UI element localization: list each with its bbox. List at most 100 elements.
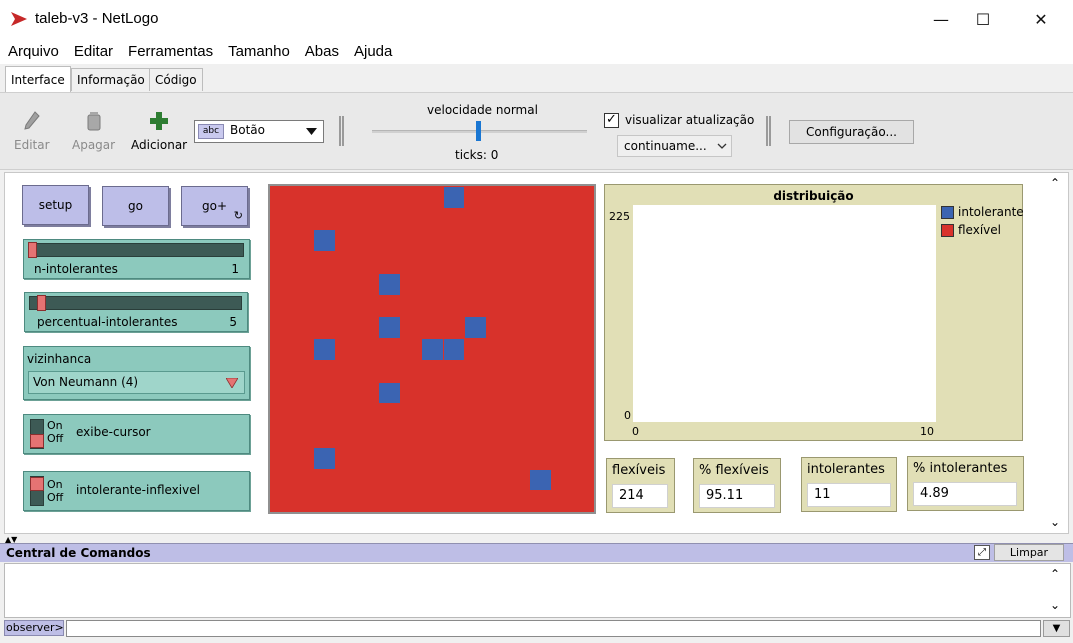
- legend-swatch-intolerante: [941, 206, 954, 219]
- switch-label: exibe-cursor: [76, 425, 151, 439]
- menu-tamanho[interactable]: Tamanho: [228, 43, 290, 60]
- edit-tool[interactable]: Editar: [14, 110, 50, 152]
- scroll-up-icon[interactable]: ⌃: [1050, 176, 1060, 190]
- scope-dropdown[interactable]: ▼: [1043, 620, 1070, 637]
- checkmark-icon: ✓: [606, 112, 617, 127]
- add-tool[interactable]: Adicionar: [131, 110, 187, 152]
- patch-intolerante: [314, 230, 335, 252]
- command-center-title: Central de Comandos: [6, 546, 151, 560]
- chevron-down-icon: [306, 128, 317, 135]
- legend-label-intolerante: intolerante: [958, 205, 1024, 219]
- tab-interface[interactable]: Interface: [5, 66, 71, 92]
- monitor-label: intolerantes: [807, 462, 885, 477]
- toolbar-separator: [766, 116, 771, 146]
- maximize-icon: ☐: [975, 9, 991, 29]
- plot-area: [633, 205, 936, 422]
- minimize-icon: —: [933, 9, 949, 29]
- legend-swatch-flexivel: [941, 224, 954, 237]
- slider-knob[interactable]: [28, 242, 37, 258]
- switch-off-label: Off: [47, 432, 64, 445]
- slider-percentual-intolerantes[interactable]: percentual-intolerantes 5: [24, 292, 248, 332]
- monitor-flexiveis: flexíveis 214: [606, 458, 675, 513]
- delete-label: Apagar: [72, 138, 116, 152]
- plot-x-min: 0: [632, 425, 639, 438]
- widget-type-value: Botão: [230, 123, 265, 137]
- setup-button[interactable]: setup: [22, 185, 89, 225]
- settings-button[interactable]: Configuração...: [789, 120, 914, 144]
- patch-intolerante: [379, 382, 400, 404]
- menu-editar[interactable]: Editar: [74, 43, 113, 60]
- slider-value: 1: [231, 262, 239, 276]
- monitor-label: % intolerantes: [913, 461, 1008, 476]
- close-icon: ✕: [1034, 9, 1048, 29]
- go-forever-button[interactable]: go+ ↻: [181, 186, 248, 226]
- plot-y-max: 225: [609, 210, 630, 223]
- slider-track[interactable]: [28, 243, 244, 257]
- command-center-header: [0, 543, 1073, 562]
- slider-track[interactable]: [29, 296, 242, 310]
- menu-arquivo[interactable]: Arquivo: [8, 43, 59, 60]
- speed-slider-thumb[interactable]: [476, 121, 481, 141]
- plot-distribuicao[interactable]: distribuição 225 0 0 10 intolerante flex…: [604, 184, 1024, 441]
- scroll-down-icon[interactable]: ⌄: [1050, 515, 1060, 529]
- slider-label: percentual-intolerantes: [37, 315, 178, 329]
- slider-knob[interactable]: [37, 295, 46, 311]
- delete-tool[interactable]: Apagar: [72, 110, 115, 152]
- tab-informacao[interactable]: Informação: [71, 68, 151, 91]
- legend-label-flexivel: flexível: [958, 223, 1001, 237]
- maximize-button[interactable]: ☐: [960, 0, 1006, 38]
- view-updates-label: visualizar atualização: [625, 113, 755, 127]
- speed-label: velocidade normal: [427, 103, 538, 117]
- patch-intolerante: [314, 339, 335, 360]
- trash-icon: [87, 112, 101, 131]
- slider-value: 5: [229, 315, 237, 329]
- observer-scope-label[interactable]: observer>: [4, 620, 64, 636]
- menu-ferramentas[interactable]: Ferramentas: [128, 43, 213, 60]
- forever-icon: ↻: [233, 209, 243, 222]
- monitor-intolerantes: intolerantes 11: [801, 457, 897, 512]
- patch-intolerante: [379, 317, 400, 339]
- switch-knob[interactable]: [30, 477, 44, 491]
- expand-icon[interactable]: ⤢: [974, 545, 990, 560]
- switch-exibe-cursor[interactable]: On Off exibe-cursor: [23, 414, 250, 454]
- world-view[interactable]: [268, 184, 596, 514]
- widget-type-select[interactable]: abc Botão: [194, 120, 324, 143]
- slider-label: n-intolerantes: [34, 262, 118, 276]
- plot-y-min: 0: [624, 409, 631, 422]
- switch-knob[interactable]: [30, 434, 44, 448]
- close-button[interactable]: ✕: [1018, 0, 1064, 38]
- window-title: taleb-v3 - NetLogo: [35, 10, 159, 27]
- menu-abas[interactable]: Abas: [305, 43, 339, 60]
- go-forever-label: go+: [201, 199, 227, 213]
- command-output: [4, 563, 1071, 618]
- clear-button[interactable]: Limpar: [994, 544, 1064, 561]
- chooser-vizinhanca[interactable]: vizinhanca Von Neumann (4): [23, 346, 250, 400]
- chooser-select[interactable]: Von Neumann (4): [28, 371, 245, 394]
- scroll-down-icon[interactable]: ⌄: [1050, 598, 1060, 612]
- command-input[interactable]: [66, 620, 1041, 637]
- patch-intolerante: [443, 187, 465, 208]
- update-mode-select[interactable]: continuame...: [617, 135, 732, 157]
- go-button[interactable]: go: [102, 186, 169, 226]
- switch-intolerante-inflexivel[interactable]: On Off intolerante-inflexivel: [23, 471, 250, 511]
- monitor-percent-flexiveis: % flexíveis 95.11: [693, 458, 781, 513]
- title-bar: [0, 0, 1073, 38]
- view-updates-checkbox[interactable]: ✓: [604, 113, 619, 128]
- chevron-down-icon: ▼: [1052, 623, 1061, 634]
- switch-off-label: Off: [47, 491, 64, 504]
- chooser-label: vizinhanca: [27, 352, 92, 366]
- chooser-value: Von Neumann (4): [33, 375, 139, 389]
- patch-intolerante: [422, 339, 443, 360]
- minimize-button[interactable]: —: [918, 0, 964, 38]
- pencil-icon: [24, 111, 40, 130]
- switch-on-label: On: [47, 419, 63, 432]
- switch-label: intolerante-inflexivel: [76, 483, 200, 497]
- button-widget-icon: abc: [198, 124, 224, 139]
- edit-label: Editar: [14, 138, 50, 152]
- monitor-value: 11: [807, 483, 891, 507]
- tab-codigo[interactable]: Código: [149, 68, 203, 91]
- monitor-label: flexíveis: [612, 463, 666, 478]
- menu-ajuda[interactable]: Ajuda: [354, 43, 392, 60]
- scroll-up-icon[interactable]: ⌃: [1050, 567, 1060, 581]
- slider-n-intolerantes[interactable]: n-intolerantes 1: [23, 239, 250, 279]
